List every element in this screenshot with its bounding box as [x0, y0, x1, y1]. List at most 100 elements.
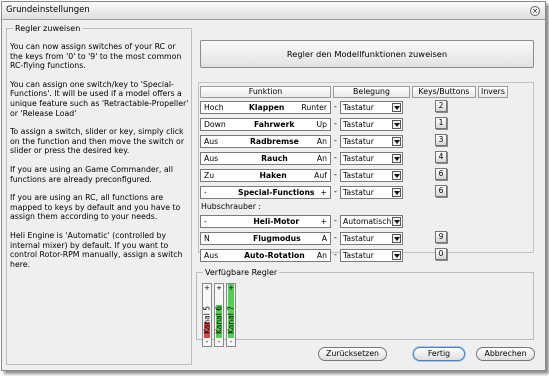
belegung-value: Tastatur [343, 137, 374, 146]
belegung-value: Tastatur [343, 171, 374, 180]
belegung-select[interactable]: Tastatur [340, 101, 403, 114]
belegung-select[interactable]: Tastatur [340, 232, 403, 245]
belegung-value: Tastatur [343, 188, 374, 197]
function-high: An [316, 251, 327, 260]
help-paragraph: To assign a switch, slider or key, simpl… [10, 127, 185, 156]
function-high: + [320, 217, 327, 226]
heli-section-label: Hubschrauber : [201, 202, 262, 211]
function-row-rauch[interactable]: Aus Rauch An [200, 152, 331, 165]
function-high: Runter [301, 103, 327, 112]
belegung-value: Tastatur [343, 154, 374, 163]
channel-label: Kanal 7 [226, 306, 236, 334]
function-name: Rauch [261, 154, 288, 163]
header-funktion: Funktion [200, 86, 331, 98]
settings-window: Grundeinstellungen × Regler zuweisen You… [1, 1, 546, 371]
channel-slider[interactable]: + - Kanal 7 [226, 283, 236, 347]
function-high: Auf [314, 171, 327, 180]
channel-label: Kanal 6 [214, 306, 224, 334]
dropdown-arrow-icon[interactable] [392, 217, 401, 226]
belegung-select[interactable]: Tastatur [340, 118, 403, 131]
function-name: Fahrwerk [254, 120, 295, 129]
function-name: Haken [259, 171, 287, 180]
function-name: Klappen [248, 103, 285, 112]
belegung-select[interactable]: Tastatur [340, 249, 403, 262]
function-low: Aus [204, 137, 219, 146]
function-low: Hoch [204, 103, 224, 112]
cancel-button[interactable]: Abbrechen [476, 347, 535, 361]
dropdown-arrow-icon[interactable] [392, 103, 401, 112]
dropdown-arrow-icon[interactable] [392, 188, 401, 197]
belegung-value: Tastatur [343, 120, 374, 129]
key-button[interactable]: 6 [435, 185, 447, 197]
dropdown-arrow-icon[interactable] [392, 137, 401, 146]
plus-label: + [228, 284, 234, 292]
help-text: You can now assign switches of your RC o… [10, 42, 190, 278]
minus-label: - [217, 338, 221, 346]
dropdown-arrow-icon[interactable] [392, 251, 401, 260]
available-controls-group: Verfügbare Regler [196, 268, 534, 340]
function-high: + [320, 188, 327, 197]
belegung-value: Automatisch [343, 217, 392, 226]
help-paragraph: If you are using an Game Commander, all … [10, 164, 173, 184]
function-row-radbremse[interactable]: Aus Radbremse An [200, 135, 331, 148]
belegung-value: Tastatur [343, 234, 374, 243]
key-button[interactable]: 2 [435, 100, 447, 112]
key-button[interactable]: 4 [435, 151, 447, 163]
belegung-value: Tastatur [343, 251, 374, 260]
title-bar: Grundeinstellungen × [2, 2, 545, 20]
channel-slider[interactable]: + - Kanal 5 [202, 283, 212, 347]
reset-button[interactable]: Zurücksetzen [318, 347, 387, 361]
ok-button[interactable]: Fertig [413, 347, 465, 361]
key-button[interactable]: 1 [435, 117, 447, 129]
function-high: An [316, 137, 327, 146]
key-button[interactable]: 0 [435, 248, 447, 260]
function-low: Zu [204, 171, 215, 180]
plus-label: + [204, 284, 210, 292]
minus-label: - [229, 338, 233, 346]
header-belegung: Belegung [333, 86, 410, 98]
function-name: Flugmodus [253, 234, 301, 243]
help-paragraph: You can assign one switch/key to 'Specia… [10, 79, 189, 118]
help-paragraph: You can now assign switches of your RC o… [10, 42, 182, 71]
function-row-heli-motor[interactable]: - Heli-Motor + [200, 215, 331, 228]
function-row-flugmodus[interactable]: N Flugmodus A [200, 232, 331, 245]
dropdown-arrow-icon[interactable] [392, 154, 401, 163]
channel-label: Kanal 5 [202, 306, 212, 334]
belegung-value: Tastatur [343, 103, 374, 112]
assign-controls-button[interactable]: Regler den Modellfunktionen zuweisen [200, 40, 534, 68]
function-low: Aus [204, 154, 219, 163]
function-row-special[interactable]: - Special-Functions + [200, 186, 331, 199]
function-high: Up [316, 120, 327, 129]
minus-label: - [205, 338, 209, 346]
function-high: An [316, 154, 327, 163]
key-button[interactable]: 3 [435, 134, 447, 146]
belegung-select[interactable]: Tastatur [340, 135, 403, 148]
dropdown-arrow-icon[interactable] [392, 120, 401, 129]
dropdown-arrow-icon[interactable] [392, 234, 401, 243]
help-legend: Regler zuweisen [15, 24, 81, 33]
function-name: Special-Functions [238, 188, 315, 197]
function-name: Heli-Motor [253, 217, 300, 226]
close-icon[interactable]: × [530, 6, 540, 16]
belegung-select[interactable]: Tastatur [340, 169, 403, 182]
function-low: - [204, 188, 207, 197]
key-button[interactable]: 6 [435, 168, 447, 180]
function-row-klappen[interactable]: Hoch Klappen Runter [200, 101, 331, 114]
function-low: N [204, 234, 210, 243]
function-low: Down [204, 120, 226, 129]
function-name: Radbremse [249, 137, 299, 146]
channel-slider[interactable]: + - Kanal 6 [214, 283, 224, 347]
function-row-haken[interactable]: Zu Haken Auf [200, 169, 331, 182]
window-title: Grundeinstellungen [6, 5, 90, 15]
key-button[interactable]: 9 [435, 231, 447, 243]
function-low: Aus [204, 251, 219, 260]
dropdown-arrow-icon[interactable] [392, 171, 401, 180]
function-row-auto-rotation[interactable]: Aus Auto-Rotation An [200, 249, 331, 262]
belegung-select[interactable]: Tastatur [340, 152, 403, 165]
function-high: A [321, 234, 327, 243]
header-invers: Invers [478, 86, 508, 98]
belegung-select[interactable]: Automatisch [340, 215, 403, 228]
function-row-fahrwerk[interactable]: Down Fahrwerk Up [200, 118, 331, 131]
available-legend: Verfügbare Regler [205, 268, 278, 277]
belegung-select[interactable]: Tastatur [340, 186, 403, 199]
